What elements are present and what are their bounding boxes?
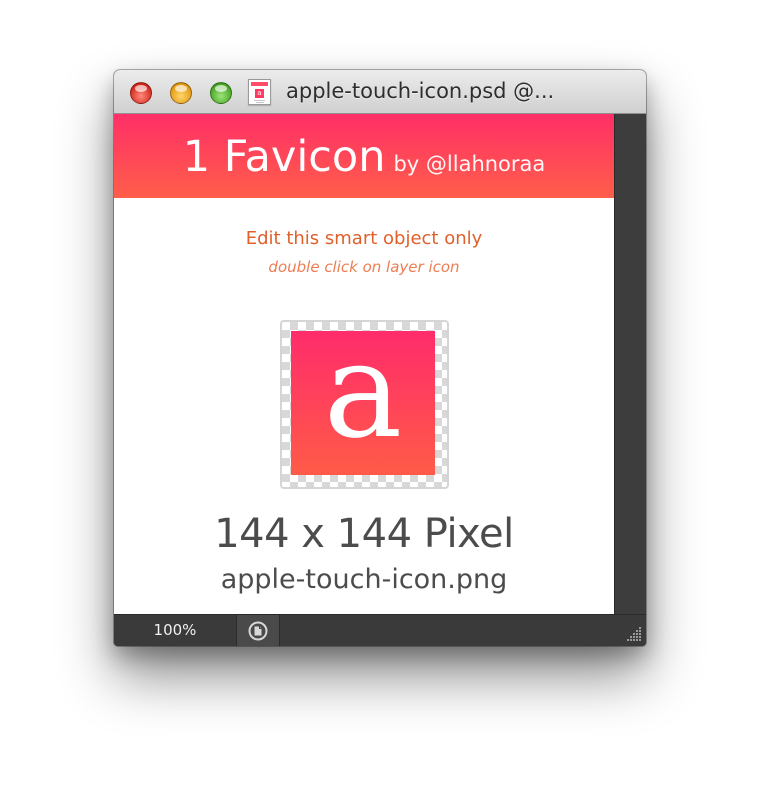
header-banner: 1 Favicon by @llahnoraa bbox=[114, 114, 614, 198]
pixel-size-label: 144 x 144 Pixel bbox=[214, 511, 514, 557]
resize-grip-icon[interactable] bbox=[626, 626, 642, 642]
status-bar: 100% bbox=[114, 614, 646, 646]
zoom-button[interactable] bbox=[210, 82, 232, 104]
favicon-preview[interactable]: a bbox=[291, 331, 435, 475]
psd-document-icon: a bbox=[248, 79, 271, 105]
document-status-icon bbox=[248, 621, 268, 641]
vertical-scrollbar[interactable] bbox=[614, 114, 646, 614]
favicon-letter: a bbox=[323, 331, 403, 468]
instruction-subtext: double click on layer icon bbox=[268, 258, 460, 276]
filename-label: apple-touch-icon.png bbox=[220, 564, 508, 595]
banner-title: 1 Favicon bbox=[182, 132, 386, 182]
zoom-level-field[interactable]: 100% bbox=[114, 615, 236, 646]
document-canvas[interactable]: 1 Favicon by @llahnoraa Edit this smart o… bbox=[114, 114, 614, 614]
minimize-button[interactable] bbox=[170, 82, 192, 104]
instruction-text: Edit this smart object only bbox=[245, 228, 483, 249]
photoshop-document-window: a apple-touch-icon.psd @... 1 Favicon by … bbox=[114, 70, 646, 646]
document-status-button[interactable] bbox=[236, 615, 280, 646]
close-button[interactable] bbox=[130, 82, 152, 104]
title-bar[interactable]: a apple-touch-icon.psd @... bbox=[114, 70, 646, 114]
banner-byline: by @llahnoraa bbox=[393, 152, 546, 176]
window-title: apple-touch-icon.psd @... bbox=[286, 79, 555, 103]
